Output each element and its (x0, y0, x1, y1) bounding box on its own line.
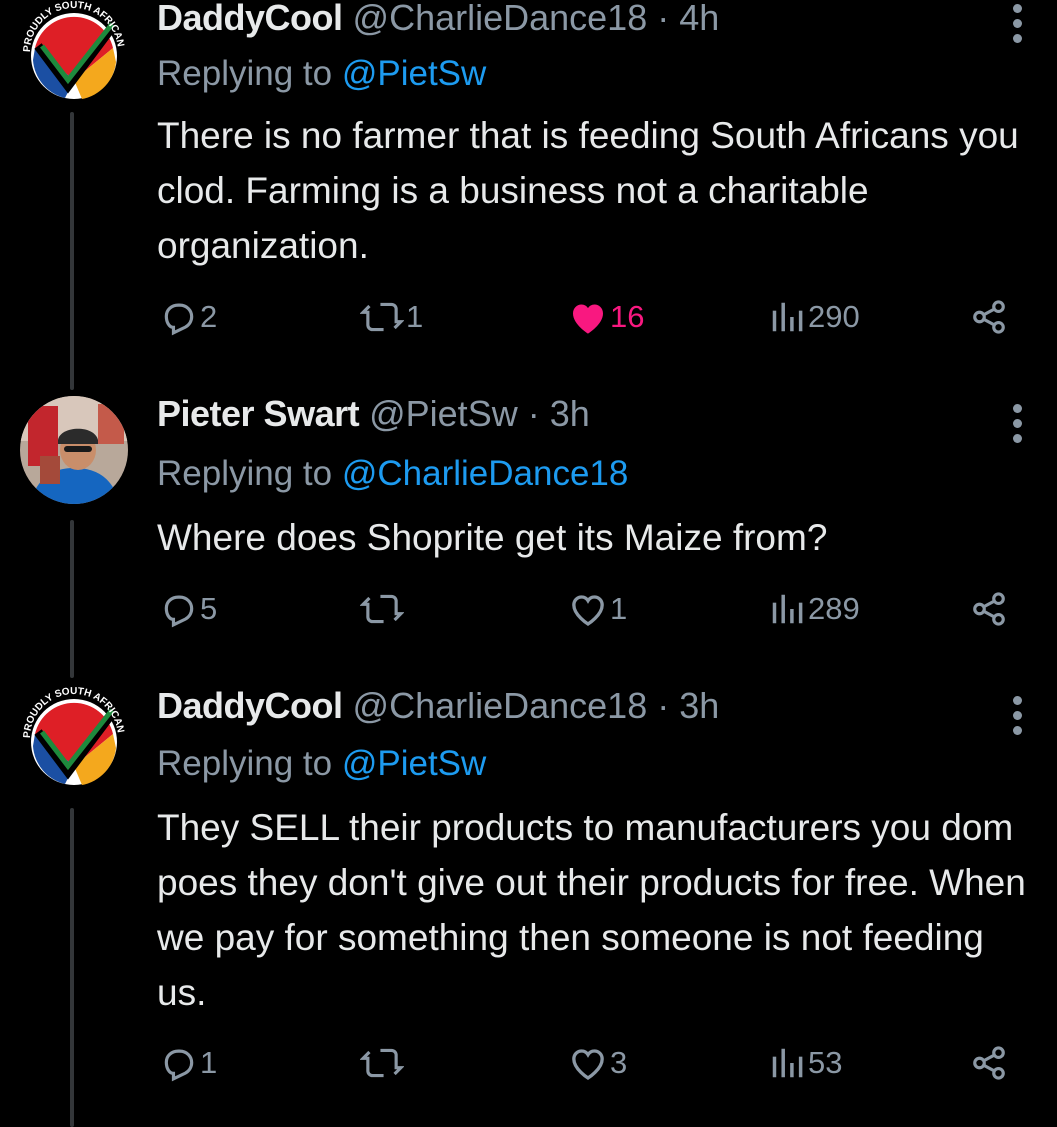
display-name[interactable]: Pieter Swart (157, 393, 360, 434)
retweet-icon (360, 302, 404, 332)
timestamp[interactable]: 3h (550, 393, 590, 434)
user-photo (20, 396, 128, 504)
retweet-icon (360, 1048, 404, 1078)
like-button[interactable]: 1 (568, 590, 627, 628)
replying-to-label: Replying to (157, 744, 342, 783)
share-button[interactable] (970, 1044, 1008, 1082)
reply-icon (164, 1049, 194, 1082)
separator: · (657, 0, 670, 38)
like-count: 1 (610, 591, 628, 626)
heart-filled-icon (573, 304, 603, 334)
replying-to: Replying to @PietSw (157, 742, 486, 786)
mention-link[interactable]: @PietSw (342, 744, 486, 783)
reply-count: 1 (200, 1045, 218, 1080)
separator: · (657, 685, 670, 726)
reply-button[interactable]: 5 (160, 590, 217, 628)
user-handle[interactable]: @CharlieDance18 (353, 685, 648, 726)
retweet-button[interactable]: 1 (360, 298, 423, 336)
view-count: 290 (808, 299, 860, 334)
replying-to: Replying to @PietSw (157, 52, 486, 96)
views-button[interactable]: 53 (768, 1044, 842, 1082)
tweet-text: There is no farmer that is feeding South… (157, 115, 1019, 266)
display-name[interactable]: DaddyCool (157, 685, 343, 726)
more-options-icon[interactable] (1011, 696, 1023, 741)
mention-link[interactable]: @CharlieDance18 (342, 454, 629, 493)
avatar[interactable]: PROUDLY SOUTH AFRICAN (20, 686, 128, 794)
timestamp[interactable]: 3h (679, 685, 719, 726)
separator: · (527, 393, 540, 434)
like-button[interactable]: 3 (568, 1044, 627, 1082)
reply-count: 5 (200, 591, 218, 626)
like-button[interactable]: 16 (568, 298, 644, 336)
more-options-icon[interactable] (1011, 404, 1023, 449)
action-bar: 2 1 16 290 (0, 298, 1057, 342)
replying-to-label: Replying to (157, 54, 342, 93)
tweet-header: DaddyCool @CharlieDance18 · 3h (157, 684, 719, 728)
more-options-icon[interactable] (1011, 4, 1023, 49)
heart-icon (572, 1049, 604, 1080)
mention-link[interactable]: @PietSw (342, 54, 486, 93)
user-handle[interactable]: @CharlieDance18 (353, 0, 648, 38)
reply-icon (164, 303, 194, 336)
reply-count: 2 (200, 299, 218, 334)
action-bar: 5 1 289 (0, 590, 1057, 634)
view-count: 53 (808, 1045, 843, 1080)
tweet-text: Where does Shoprite get its Maize from? (157, 517, 828, 558)
share-icon (973, 592, 1005, 626)
share-button[interactable] (970, 590, 1008, 628)
display-name[interactable]: DaddyCool (157, 0, 343, 38)
action-bar: 1 3 53 (0, 1044, 1057, 1088)
share-icon (973, 1046, 1005, 1080)
views-icon (772, 1048, 803, 1078)
proudly-south-african-logo: PROUDLY SOUTH AFRICAN (20, 0, 128, 108)
tweet[interactable]: PROUDLY SOUTH AFRICAN DaddyCool @Charlie… (0, 684, 1057, 1127)
heart-icon (572, 595, 604, 626)
reply-icon (164, 595, 194, 628)
view-count: 289 (808, 591, 860, 626)
retweet-button[interactable] (360, 590, 406, 628)
like-count: 16 (610, 299, 645, 334)
reply-button[interactable]: 1 (160, 1044, 217, 1082)
views-icon (772, 302, 803, 332)
tweet-header: Pieter Swart @PietSw · 3h (157, 392, 590, 436)
timestamp[interactable]: 4h (679, 0, 719, 38)
views-button[interactable]: 290 (768, 298, 860, 336)
replying-to: Replying to @CharlieDance18 (157, 452, 628, 496)
reply-button[interactable]: 2 (160, 298, 217, 336)
retweet-button[interactable] (360, 1044, 406, 1082)
user-handle[interactable]: @PietSw (369, 393, 518, 434)
like-count: 3 (610, 1045, 628, 1080)
tweet-header: DaddyCool @CharlieDance18 · 4h (157, 0, 719, 40)
views-icon (772, 594, 803, 624)
avatar[interactable]: PROUDLY SOUTH AFRICAN (20, 0, 128, 108)
proudly-south-african-logo: PROUDLY SOUTH AFRICAN (20, 686, 128, 794)
retweet-count: 1 (406, 299, 424, 334)
share-icon (973, 300, 1005, 334)
retweet-icon (360, 594, 404, 624)
share-button[interactable] (970, 298, 1008, 336)
replying-to-label: Replying to (157, 454, 342, 493)
tweet-text: They SELL their products to manufacturer… (157, 807, 1026, 1013)
tweet[interactable]: Pieter Swart @PietSw · 3h Replying to @C… (0, 393, 1057, 666)
tweet[interactable]: PROUDLY SOUTH AFRICAN DaddyCool @Charlie… (0, 0, 1057, 370)
avatar[interactable] (20, 396, 128, 504)
views-button[interactable]: 289 (768, 590, 860, 628)
